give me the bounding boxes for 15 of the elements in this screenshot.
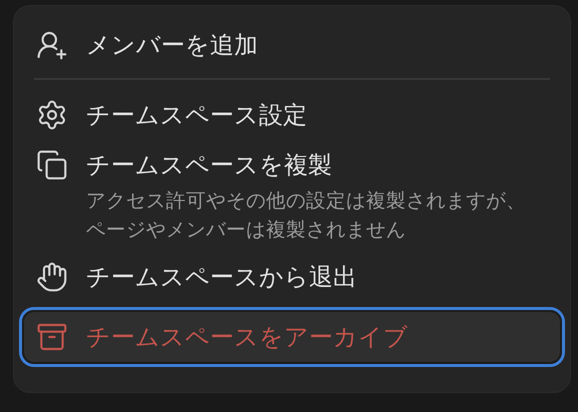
menu-item-label: メンバーを追加 [86,30,258,61]
menu-item[interactable]: チームスペースを複製 アクセス許可やその他の設定は複製されますが、ページやメンバーは複製されません [22,140,562,252]
hand-icon [36,261,68,293]
menu-item-label: チームスペース設定 [86,100,307,131]
user-plus-icon [36,29,68,61]
settings-icon [36,99,68,131]
menu-item-label: チームスペースから退出 [86,262,357,293]
menu-item-label: チームスペースを複製 [86,150,333,181]
menu-item[interactable]: メンバーを追加 [22,20,562,70]
copy-icon [36,149,68,181]
archive-icon [36,321,68,353]
menu-item[interactable]: チームスペースから退出 [22,252,562,302]
menu-item[interactable]: チームスペース設定 [22,90,562,140]
menu-item-description: アクセス許可やその他の設定は複製されますが、ページやメンバーは複製されません [86,188,527,243]
menu-item-label: チームスペースをアーカイブ [86,322,408,353]
